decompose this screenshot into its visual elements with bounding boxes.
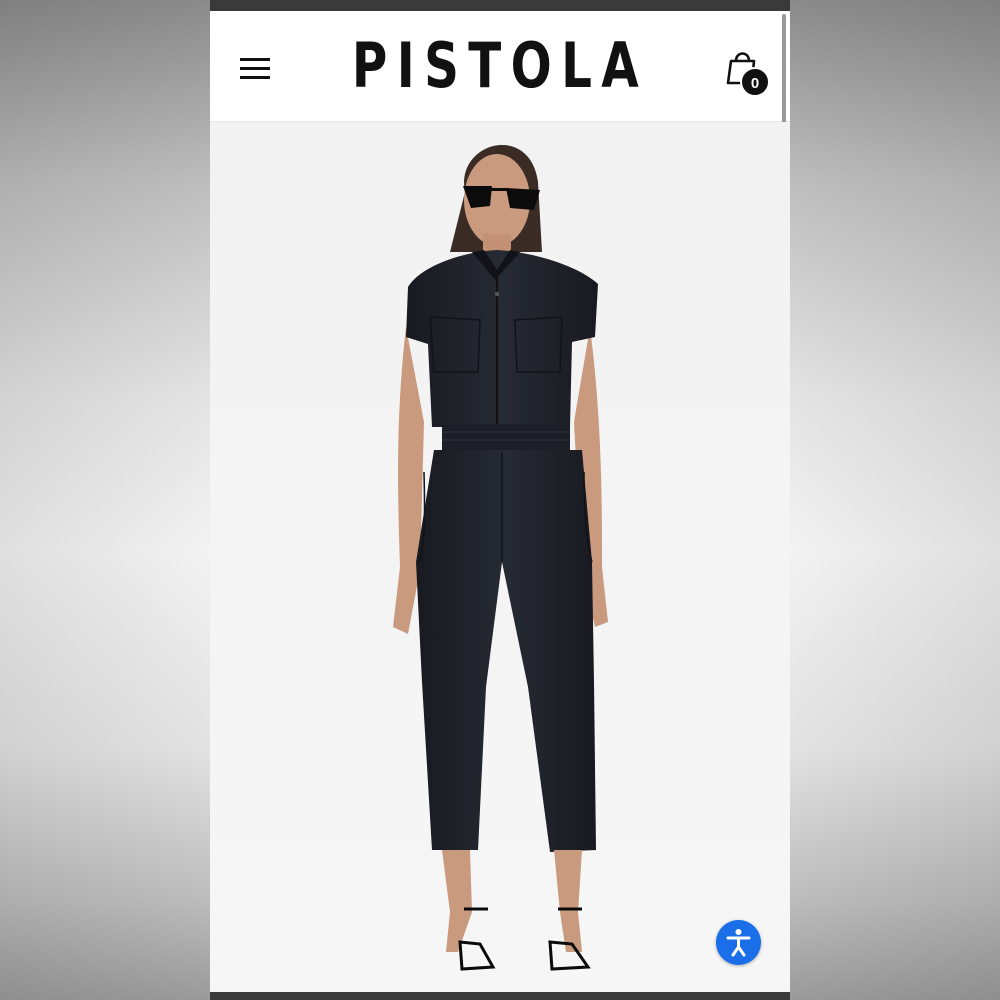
brand-logo[interactable]: PISTOLA xyxy=(274,31,726,101)
backdrop-right xyxy=(790,0,1000,1000)
accessibility-person-icon xyxy=(726,929,751,957)
mobile-screen: PISTOLA 0 xyxy=(210,0,790,1000)
model-photo xyxy=(210,122,790,992)
elastic-waist xyxy=(442,424,570,450)
cart-count-badge: 0 xyxy=(740,67,770,97)
site-header: PISTOLA 0 xyxy=(210,11,790,122)
status-bar xyxy=(210,0,790,11)
accessibility-button[interactable] xyxy=(716,920,761,965)
hamburger-menu-icon[interactable] xyxy=(238,55,272,81)
jumpsuit-top xyxy=(406,250,598,427)
backdrop-left xyxy=(0,0,210,1000)
cart-button[interactable]: 0 xyxy=(722,45,772,97)
product-hero-image[interactable] xyxy=(210,122,790,992)
home-indicator-bar xyxy=(210,992,790,1000)
